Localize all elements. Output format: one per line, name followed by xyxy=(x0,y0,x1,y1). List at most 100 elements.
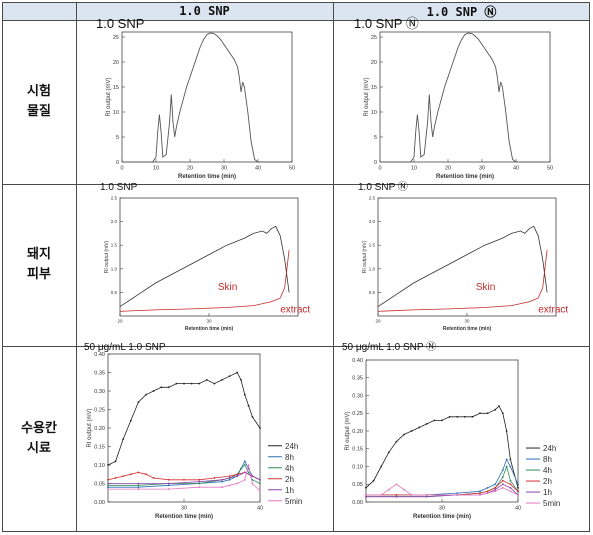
legend-label-24h: 24h xyxy=(543,444,556,453)
series-point-4h xyxy=(247,471,250,474)
series-point-24h xyxy=(403,433,405,436)
series-line-0 xyxy=(380,32,550,163)
y-tick-label: 0.5 xyxy=(369,290,376,295)
series-line-24h xyxy=(365,405,519,489)
series-point-1h xyxy=(259,478,261,481)
series-point-8h xyxy=(517,483,519,486)
y-axis-label: RI output (mV) xyxy=(87,408,93,447)
y-tick-label: 0 xyxy=(374,160,377,166)
series-point-2h xyxy=(509,483,512,486)
row-label-line: 물질 xyxy=(27,104,51,119)
legend-label-1h: 1h xyxy=(543,488,552,497)
series-point-5min xyxy=(410,494,413,496)
y-tick-label: 0.10 xyxy=(94,463,105,469)
y-tick-label: 0.00 xyxy=(94,500,105,506)
series-point-8h xyxy=(505,458,508,461)
x-tick-label: 20 xyxy=(445,166,451,172)
row-label-receptor-sample: 수용칸 시료 xyxy=(2,346,76,532)
series-point-5min xyxy=(380,494,383,496)
chart-test-substance-1-0-snp: 0 10 20 30 40 50 0 5 10 15 20 25 Retention time (min… xyxy=(96,16,295,180)
y-axis-label: RI output (mV) xyxy=(362,240,368,273)
y-tick-label: 15 xyxy=(113,85,119,91)
y-tick-label: 10 xyxy=(113,110,119,116)
y-tick-label: 0 xyxy=(116,160,119,166)
header-corner xyxy=(2,2,76,20)
series-point-24h xyxy=(190,382,193,385)
series-point-2h xyxy=(107,478,109,481)
x-tick-label: 30 xyxy=(464,319,470,324)
y-axis-label: RI output (mV) xyxy=(106,77,112,116)
table-border-top xyxy=(2,2,590,3)
series-point-24h xyxy=(498,405,500,408)
series-point-2h xyxy=(494,486,497,489)
series-point-24h xyxy=(152,390,155,392)
series-point-5min xyxy=(387,488,390,491)
series-point-24h xyxy=(247,404,250,407)
series-point-24h xyxy=(167,386,170,389)
series-point-1h xyxy=(395,495,398,498)
series-point-2h xyxy=(114,477,117,479)
series-point-8h xyxy=(509,465,512,468)
skin-label: Skin xyxy=(476,282,495,293)
series-point-24h xyxy=(501,412,504,415)
chart-annotation: 1.0 SNP Ⓝ xyxy=(358,181,408,193)
plot-frame xyxy=(377,197,557,317)
x-tick-label: 0 xyxy=(120,166,123,172)
series-point-4h xyxy=(240,467,242,470)
series-point-4h xyxy=(107,484,109,487)
chart-test-substance-1-0-snp-n: 0 10 20 30 40 50 0 5 10 15 20 25 Retention time (min… xyxy=(354,16,553,180)
chart-annotation: 1.0 SNP xyxy=(96,16,144,31)
series-point-5min xyxy=(107,488,109,490)
chart-receptor-1-0-snp: 30 400.000.050.100.150.200.250.300.350.40… xyxy=(84,342,302,520)
y-tick-label: 0.5 xyxy=(111,290,118,295)
y-tick-label: 2.0 xyxy=(111,219,118,224)
series-point-5min xyxy=(247,464,250,466)
plot-frame xyxy=(119,197,299,317)
extract-label: extract xyxy=(538,304,568,315)
series-point-24h xyxy=(486,412,489,415)
row-label-line: 피부 xyxy=(27,267,51,282)
series-point-24h xyxy=(205,379,208,381)
y-tick-label: 0.25 xyxy=(94,407,105,413)
series-point-5min xyxy=(167,488,170,490)
series-point-2h xyxy=(486,490,489,493)
table-border-bottom xyxy=(2,531,590,532)
x-tick-label: 30 xyxy=(206,319,212,324)
y-tick-label: 1.5 xyxy=(111,243,118,248)
series-point-5min xyxy=(395,483,398,486)
series-point-1h xyxy=(365,495,367,498)
series-point-24h xyxy=(479,412,481,415)
series-point-5min xyxy=(425,494,428,496)
series-point-1h xyxy=(107,482,109,485)
y-tick-label: 2.5 xyxy=(369,196,376,201)
series-point-24h xyxy=(509,458,512,461)
series-point-24h xyxy=(198,382,201,385)
series-point-24h xyxy=(425,423,428,425)
series-point-5min xyxy=(456,494,459,496)
series-point-24h xyxy=(213,382,216,385)
y-tick-label: 15 xyxy=(371,85,377,91)
series-point-24h xyxy=(418,426,421,429)
skin-label: Skin xyxy=(218,282,237,293)
series-point-24h xyxy=(137,401,140,403)
series-point-8h xyxy=(456,492,459,495)
series-point-24h xyxy=(505,430,508,432)
series-point-1h xyxy=(243,471,246,474)
x-tick-label: 40 xyxy=(257,506,263,512)
series-point-2h xyxy=(183,478,185,481)
legend-label-1h: 1h xyxy=(285,486,294,495)
series-point-24h xyxy=(183,382,185,385)
table-border-col1 xyxy=(76,2,77,532)
legend-label-8h: 8h xyxy=(543,455,552,464)
series-point-4h xyxy=(259,482,261,485)
series-point-8h xyxy=(243,460,246,463)
series-point-2h xyxy=(501,479,504,482)
y-tick-label: 0.15 xyxy=(352,447,363,453)
series-point-5min xyxy=(403,488,405,491)
x-tick-label: 30 xyxy=(221,166,227,172)
series-point-24h xyxy=(259,427,261,429)
x-tick-label: 10 xyxy=(153,166,159,172)
y-tick-label: 2.0 xyxy=(369,219,376,224)
series-point-4h xyxy=(505,465,508,468)
y-tick-label: 1.0 xyxy=(111,266,118,271)
